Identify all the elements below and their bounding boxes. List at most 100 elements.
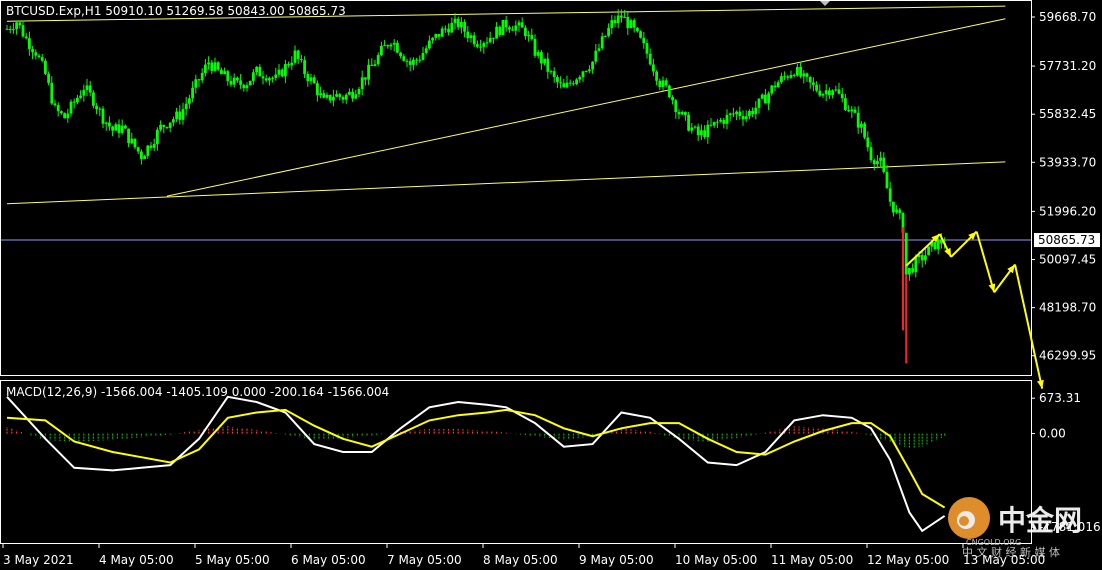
candle-body[interactable] bbox=[620, 15, 623, 18]
candle-body[interactable] bbox=[636, 27, 639, 32]
candle-body[interactable] bbox=[639, 31, 642, 38]
candle-body[interactable] bbox=[168, 122, 172, 128]
candle-body[interactable] bbox=[181, 109, 185, 120]
candle-body[interactable] bbox=[380, 45, 383, 56]
price-pane[interactable] bbox=[1, 5, 1044, 389]
candle-body[interactable] bbox=[258, 66, 262, 77]
candle-body[interactable] bbox=[101, 108, 105, 124]
candle-body[interactable] bbox=[428, 40, 431, 49]
candle-body[interactable] bbox=[770, 85, 774, 94]
candle-body[interactable] bbox=[664, 80, 668, 86]
candle-body[interactable] bbox=[408, 61, 412, 65]
candle-body[interactable] bbox=[63, 113, 66, 119]
candle-body[interactable] bbox=[447, 28, 450, 33]
candle-body[interactable] bbox=[232, 77, 236, 85]
candle-body[interactable] bbox=[37, 55, 41, 58]
candle-body[interactable] bbox=[40, 57, 44, 61]
candle-body[interactable] bbox=[869, 147, 873, 161]
candle-body[interactable] bbox=[696, 126, 700, 136]
candle-body[interactable] bbox=[805, 73, 809, 77]
candle-body[interactable] bbox=[354, 94, 358, 99]
candle-body[interactable] bbox=[216, 62, 220, 70]
candle-body[interactable] bbox=[668, 85, 671, 97]
candle-body[interactable] bbox=[453, 18, 457, 23]
candle-body[interactable] bbox=[98, 108, 102, 110]
candle-body[interactable] bbox=[892, 201, 895, 213]
candle-body[interactable] bbox=[85, 85, 89, 91]
candle-body[interactable] bbox=[524, 27, 527, 37]
candle-body[interactable] bbox=[268, 78, 271, 81]
candle-body[interactable] bbox=[351, 91, 354, 99]
candle-body[interactable] bbox=[82, 90, 86, 96]
candle-body[interactable] bbox=[920, 254, 924, 261]
candle-body[interactable] bbox=[28, 38, 31, 49]
candle-body[interactable] bbox=[719, 120, 722, 122]
candle-body[interactable] bbox=[207, 62, 210, 65]
candle-body[interactable] bbox=[754, 107, 758, 115]
candle-body[interactable] bbox=[437, 34, 441, 37]
candle-body[interactable] bbox=[674, 100, 678, 113]
candle-body[interactable] bbox=[732, 113, 735, 115]
macd-pane[interactable] bbox=[6, 395, 946, 533]
candle-body[interactable] bbox=[130, 138, 134, 144]
candle-body[interactable] bbox=[114, 124, 118, 131]
candle-body[interactable] bbox=[671, 96, 674, 101]
candle-body[interactable] bbox=[316, 83, 319, 96]
candle-body[interactable] bbox=[18, 22, 22, 26]
candle-body[interactable] bbox=[47, 73, 50, 83]
candle-body[interactable] bbox=[933, 242, 937, 250]
candle-body[interactable] bbox=[482, 43, 486, 47]
candle-body[interactable] bbox=[684, 111, 687, 115]
candle-body[interactable] bbox=[543, 58, 546, 64]
candle-body[interactable] bbox=[914, 256, 918, 273]
candle-body[interactable] bbox=[325, 94, 329, 98]
candle-body[interactable] bbox=[780, 76, 783, 83]
candle-body[interactable] bbox=[56, 105, 60, 112]
candle-body[interactable] bbox=[936, 239, 940, 250]
candle-body[interactable] bbox=[568, 82, 572, 84]
candle-body[interactable] bbox=[815, 84, 818, 91]
candle-body[interactable] bbox=[562, 83, 566, 88]
candle-body[interactable] bbox=[856, 112, 860, 128]
candle-body[interactable] bbox=[549, 71, 553, 73]
candle-body[interactable] bbox=[607, 27, 610, 36]
candle-body[interactable] bbox=[911, 268, 914, 273]
candle-body[interactable] bbox=[44, 60, 47, 74]
candle-body[interactable] bbox=[818, 90, 822, 96]
candle-body[interactable] bbox=[565, 82, 569, 88]
candle-body[interactable] bbox=[284, 64, 287, 77]
candle-body[interactable] bbox=[178, 111, 182, 120]
candle-body[interactable] bbox=[485, 42, 489, 44]
candle-body[interactable] bbox=[642, 37, 646, 44]
candle-body[interactable] bbox=[300, 59, 303, 61]
candle-body[interactable] bbox=[514, 25, 518, 31]
candle-body[interactable] bbox=[332, 96, 335, 101]
candle-body[interactable] bbox=[383, 45, 386, 47]
candle-body[interactable] bbox=[773, 85, 777, 88]
candle-body[interactable] bbox=[450, 22, 454, 33]
candle-body[interactable] bbox=[50, 82, 54, 104]
candle-body[interactable] bbox=[117, 124, 121, 133]
candle-body[interactable] bbox=[392, 42, 396, 45]
candle-body[interactable] bbox=[319, 93, 322, 96]
candle-body[interactable] bbox=[287, 64, 290, 66]
candle-body[interactable] bbox=[8, 28, 12, 30]
candle-body[interactable] bbox=[15, 22, 18, 30]
candle-body[interactable] bbox=[172, 119, 175, 123]
candle-body[interactable] bbox=[444, 28, 447, 30]
candle-body[interactable] bbox=[492, 37, 495, 39]
candle-body[interactable] bbox=[191, 87, 194, 99]
candle-body[interactable] bbox=[370, 64, 374, 66]
candle-body[interactable] bbox=[834, 89, 838, 91]
candle-body[interactable] bbox=[648, 53, 652, 65]
candle-body[interactable] bbox=[280, 69, 284, 77]
candle-body[interactable] bbox=[472, 35, 476, 45]
candle-body[interactable] bbox=[31, 48, 34, 53]
candle-body[interactable] bbox=[402, 56, 406, 61]
candle-body[interactable] bbox=[213, 62, 217, 71]
candle-body[interactable] bbox=[687, 114, 690, 131]
candle-body[interactable] bbox=[876, 160, 879, 165]
candle-body[interactable] bbox=[556, 76, 559, 83]
candle-body[interactable] bbox=[504, 20, 508, 28]
candle-body[interactable] bbox=[236, 77, 239, 81]
